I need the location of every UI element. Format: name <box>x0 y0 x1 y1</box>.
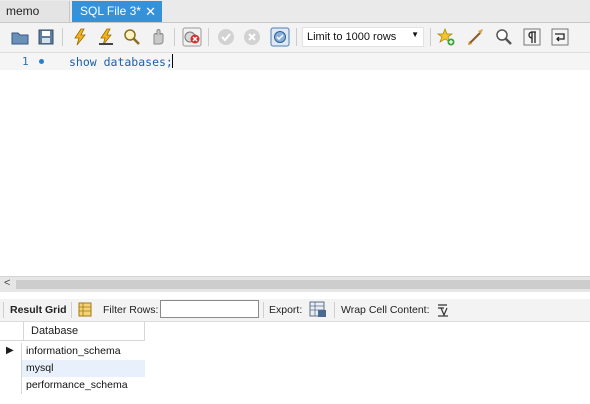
tab-sql-file-3[interactable]: SQL File 3* ✕ <box>72 1 162 22</box>
table-row[interactable]: mysql <box>0 360 145 377</box>
toolbar-separator <box>3 302 4 318</box>
filter-rows-label: Filter Rows: <box>103 304 159 316</box>
scrollbar-thumb[interactable] <box>16 280 590 289</box>
toolbar-separator <box>71 302 72 318</box>
close-icon[interactable]: ✕ <box>145 1 156 22</box>
sql-code[interactable]: show databases; <box>69 55 173 69</box>
wrap-cell-content-label: Wrap Cell Content: <box>341 304 430 316</box>
toolbar-separator <box>208 28 209 46</box>
line-number: 1 <box>22 55 29 68</box>
limit-rows-value: Limit to 1000 rows <box>307 31 397 43</box>
row-indicator: ▶ <box>0 343 22 360</box>
open-file-icon[interactable] <box>10 27 30 47</box>
toolbar-separator <box>174 28 175 46</box>
row-indicator <box>0 360 22 377</box>
column-header-label: Database <box>31 325 79 337</box>
horizontal-scrollbar[interactable]: < <box>0 276 590 292</box>
cell-database: performance_schema <box>26 379 128 391</box>
sql-editor[interactable]: 1 show databases; <box>0 53 590 275</box>
cell-database: mysql <box>26 362 54 374</box>
sql-editor-toolbar: Limit to 1000 rows ▼ <box>0 23 590 53</box>
chevron-down-icon: ▼ <box>411 30 419 39</box>
explain-icon[interactable] <box>122 27 142 47</box>
invisible-characters-icon[interactable] <box>522 27 542 47</box>
execute-current-statement-icon[interactable] <box>96 27 116 47</box>
table-row[interactable]: ▶ information_schema <box>0 343 145 360</box>
export-icon[interactable] <box>309 301 327 318</box>
add-snippet-icon[interactable] <box>436 27 456 47</box>
filter-rows-input[interactable] <box>160 300 259 318</box>
tab-memo[interactable]: memo <box>0 1 70 22</box>
find-icon[interactable] <box>494 27 514 47</box>
save-icon[interactable] <box>36 27 56 47</box>
wrap-lines-icon[interactable] <box>550 27 570 47</box>
tab-bar: memo SQL File 3* ✕ <box>0 0 590 23</box>
row-indicator <box>0 377 22 394</box>
cell-database: information_schema <box>26 345 121 357</box>
tab-label: SQL File 3* <box>80 4 141 18</box>
execute-icon[interactable] <box>70 27 90 47</box>
row-header-corner <box>0 322 24 341</box>
commit-icon[interactable] <box>216 27 236 47</box>
toolbar-separator <box>296 28 297 46</box>
result-grid-tab[interactable]: Result Grid <box>10 304 67 316</box>
export-label: Export: <box>269 304 303 316</box>
tab-label: memo <box>6 4 40 18</box>
form-editor-icon[interactable] <box>78 302 92 317</box>
toolbar-separator <box>430 28 431 46</box>
rollback-icon[interactable] <box>242 27 262 47</box>
wrap-cell-content-icon[interactable] <box>436 303 450 317</box>
statement-marker-icon <box>39 59 44 64</box>
autocommit-toggle-icon[interactable] <box>270 27 290 47</box>
scroll-left-icon[interactable]: < <box>4 277 10 289</box>
stop-icon[interactable] <box>148 27 168 47</box>
result-toolbar: Result Grid Filter Rows: Export: Wrap Ce… <box>0 299 590 322</box>
text-caret <box>172 54 173 68</box>
column-header-database[interactable]: Database <box>24 322 145 341</box>
limit-rows-select[interactable]: Limit to 1000 rows ▼ <box>302 27 424 47</box>
toolbar-separator <box>263 302 264 318</box>
toolbar-separator <box>334 302 335 318</box>
table-row[interactable]: performance_schema <box>0 377 145 394</box>
toolbar-separator <box>62 28 63 46</box>
current-row-arrow-icon: ▶ <box>6 345 14 356</box>
beautify-icon[interactable] <box>466 27 486 47</box>
stop-on-error-toggle-icon[interactable] <box>182 27 202 47</box>
